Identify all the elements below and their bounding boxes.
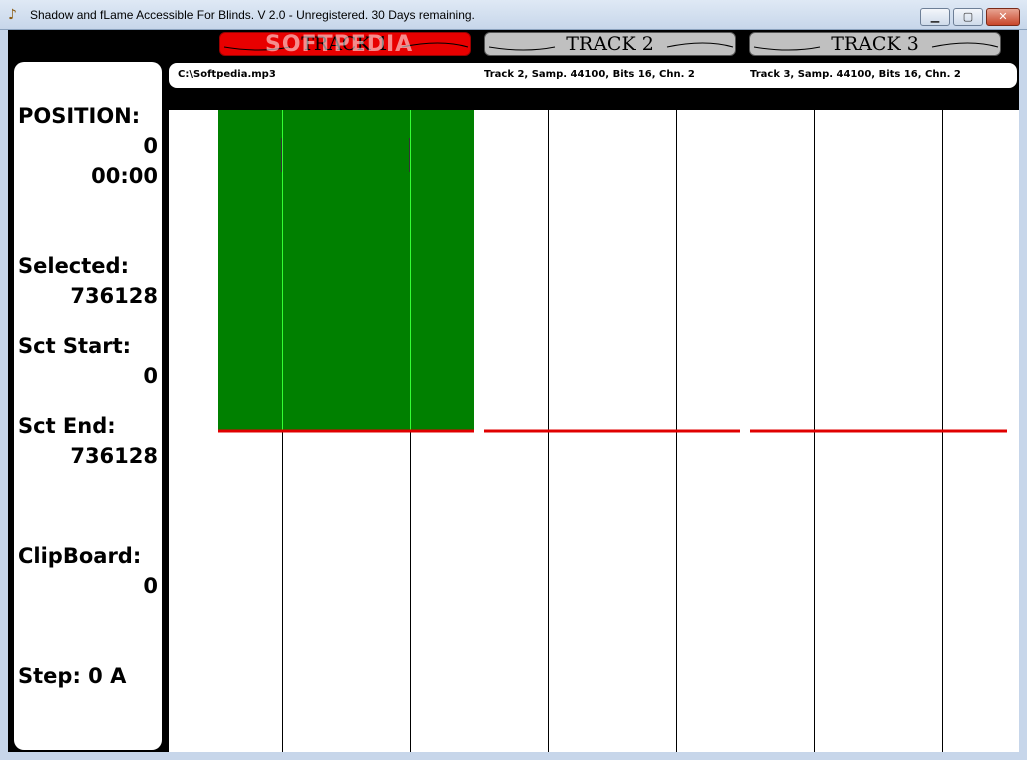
softpedia-watermark: SOFTPEDIA bbox=[265, 32, 414, 57]
selection-region[interactable] bbox=[218, 110, 474, 431]
tab-track-3-label: TRACK 3 bbox=[831, 33, 919, 55]
tab-track-2-label: TRACK 2 bbox=[566, 33, 654, 55]
tab-track-3[interactable]: TRACK 3 bbox=[749, 32, 1001, 56]
tab-track-2[interactable]: TRACK 2 bbox=[484, 32, 736, 56]
position-label: POSITION: bbox=[18, 104, 141, 128]
position-samples-value: 0 bbox=[143, 134, 158, 158]
minimize-button[interactable]: ▁ bbox=[920, 8, 950, 26]
track-info-bar: C:\Softpedia.mp3 Track 2, Samp. 44100, B… bbox=[169, 63, 1017, 88]
waveform-canvas[interactable] bbox=[169, 110, 1019, 752]
window-frame-left bbox=[0, 30, 8, 760]
window-frame-bottom bbox=[0, 752, 1027, 760]
sct-start-label: Sct Start: bbox=[18, 334, 132, 358]
track-2-info: Track 2, Samp. 44100, Bits 16, Chn. 2 bbox=[484, 69, 695, 80]
sct-end-label: Sct End: bbox=[18, 414, 116, 438]
maximize-button[interactable]: ▢ bbox=[953, 8, 983, 26]
sct-end-value: 736128 bbox=[70, 444, 158, 468]
waveform-svg bbox=[218, 110, 1007, 752]
selected-label: Selected: bbox=[18, 254, 129, 278]
close-button[interactable]: ✕ bbox=[986, 8, 1020, 26]
title-bar: ♪ Shadow and fLame Accessible For Blinds… bbox=[0, 0, 1027, 30]
clipboard-label: ClipBoard: bbox=[18, 544, 142, 568]
track-3-info: Track 3, Samp. 44100, Bits 16, Chn. 2 bbox=[750, 69, 961, 80]
window-frame-right bbox=[1019, 30, 1027, 760]
track-1-info: C:\Softpedia.mp3 bbox=[178, 69, 276, 80]
sct-start-value: 0 bbox=[143, 364, 158, 388]
position-time-value: 00:00 bbox=[91, 164, 158, 188]
window-title: Shadow and fLame Accessible For Blinds. … bbox=[30, 8, 475, 22]
clipboard-value: 0 bbox=[143, 574, 158, 598]
selected-value: 736128 bbox=[70, 284, 158, 308]
status-panel: POSITION: 0 00:00 Selected: 736128 Sct S… bbox=[14, 62, 162, 750]
step-label: Step: 0 A bbox=[18, 664, 127, 688]
harp-icon[interactable]: ♪ bbox=[8, 7, 24, 23]
